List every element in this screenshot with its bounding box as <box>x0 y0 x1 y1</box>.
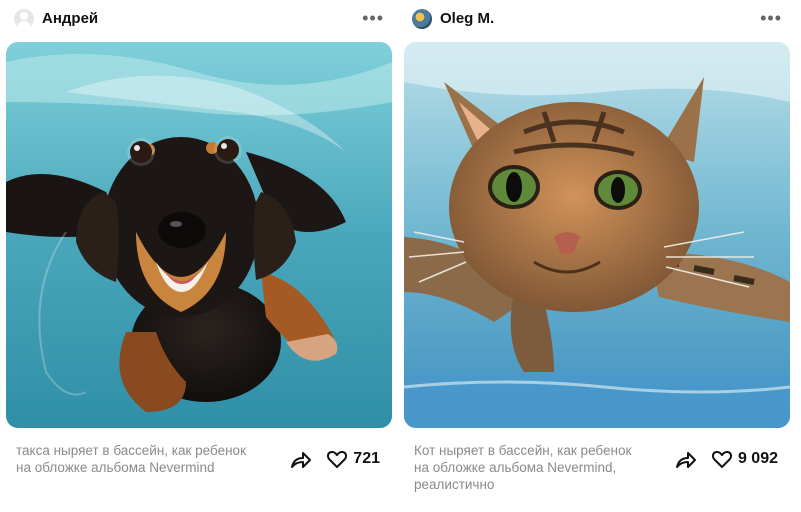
post-image[interactable] <box>404 42 790 428</box>
post-header: Андрей ••• <box>6 6 392 32</box>
post-caption: такса ныряет в бассейн, как ребенок на о… <box>16 443 246 475</box>
author-name[interactable]: Oleg M. <box>440 10 494 27</box>
dachshund-image <box>6 42 392 428</box>
like-count: 721 <box>353 450 380 467</box>
like-count: 9 092 <box>737 450 778 467</box>
author-name[interactable]: Андрей <box>42 10 98 27</box>
avatar[interactable] <box>14 9 34 29</box>
post-actions: 721 <box>289 447 380 471</box>
share-icon[interactable] <box>289 447 313 471</box>
post-card: Oleg M. ••• Кот ныряет в бассейн, как ре… <box>404 0 790 512</box>
post-caption: Кот ныряет в бассейн, как ребенок на обл… <box>414 443 632 492</box>
post-image[interactable] <box>6 42 392 428</box>
post-actions: 9 092 <box>674 447 778 471</box>
post-card: Андрей ••• такса ныряет в бассейн, как р… <box>6 0 392 512</box>
more-icon[interactable]: ••• <box>760 8 782 29</box>
avatar[interactable] <box>412 9 432 29</box>
heart-icon[interactable] <box>710 447 734 471</box>
more-icon[interactable]: ••• <box>362 8 384 29</box>
share-icon[interactable] <box>674 447 698 471</box>
cat-image <box>404 42 790 428</box>
post-header: Oleg M. ••• <box>404 6 790 32</box>
heart-icon[interactable] <box>325 447 349 471</box>
